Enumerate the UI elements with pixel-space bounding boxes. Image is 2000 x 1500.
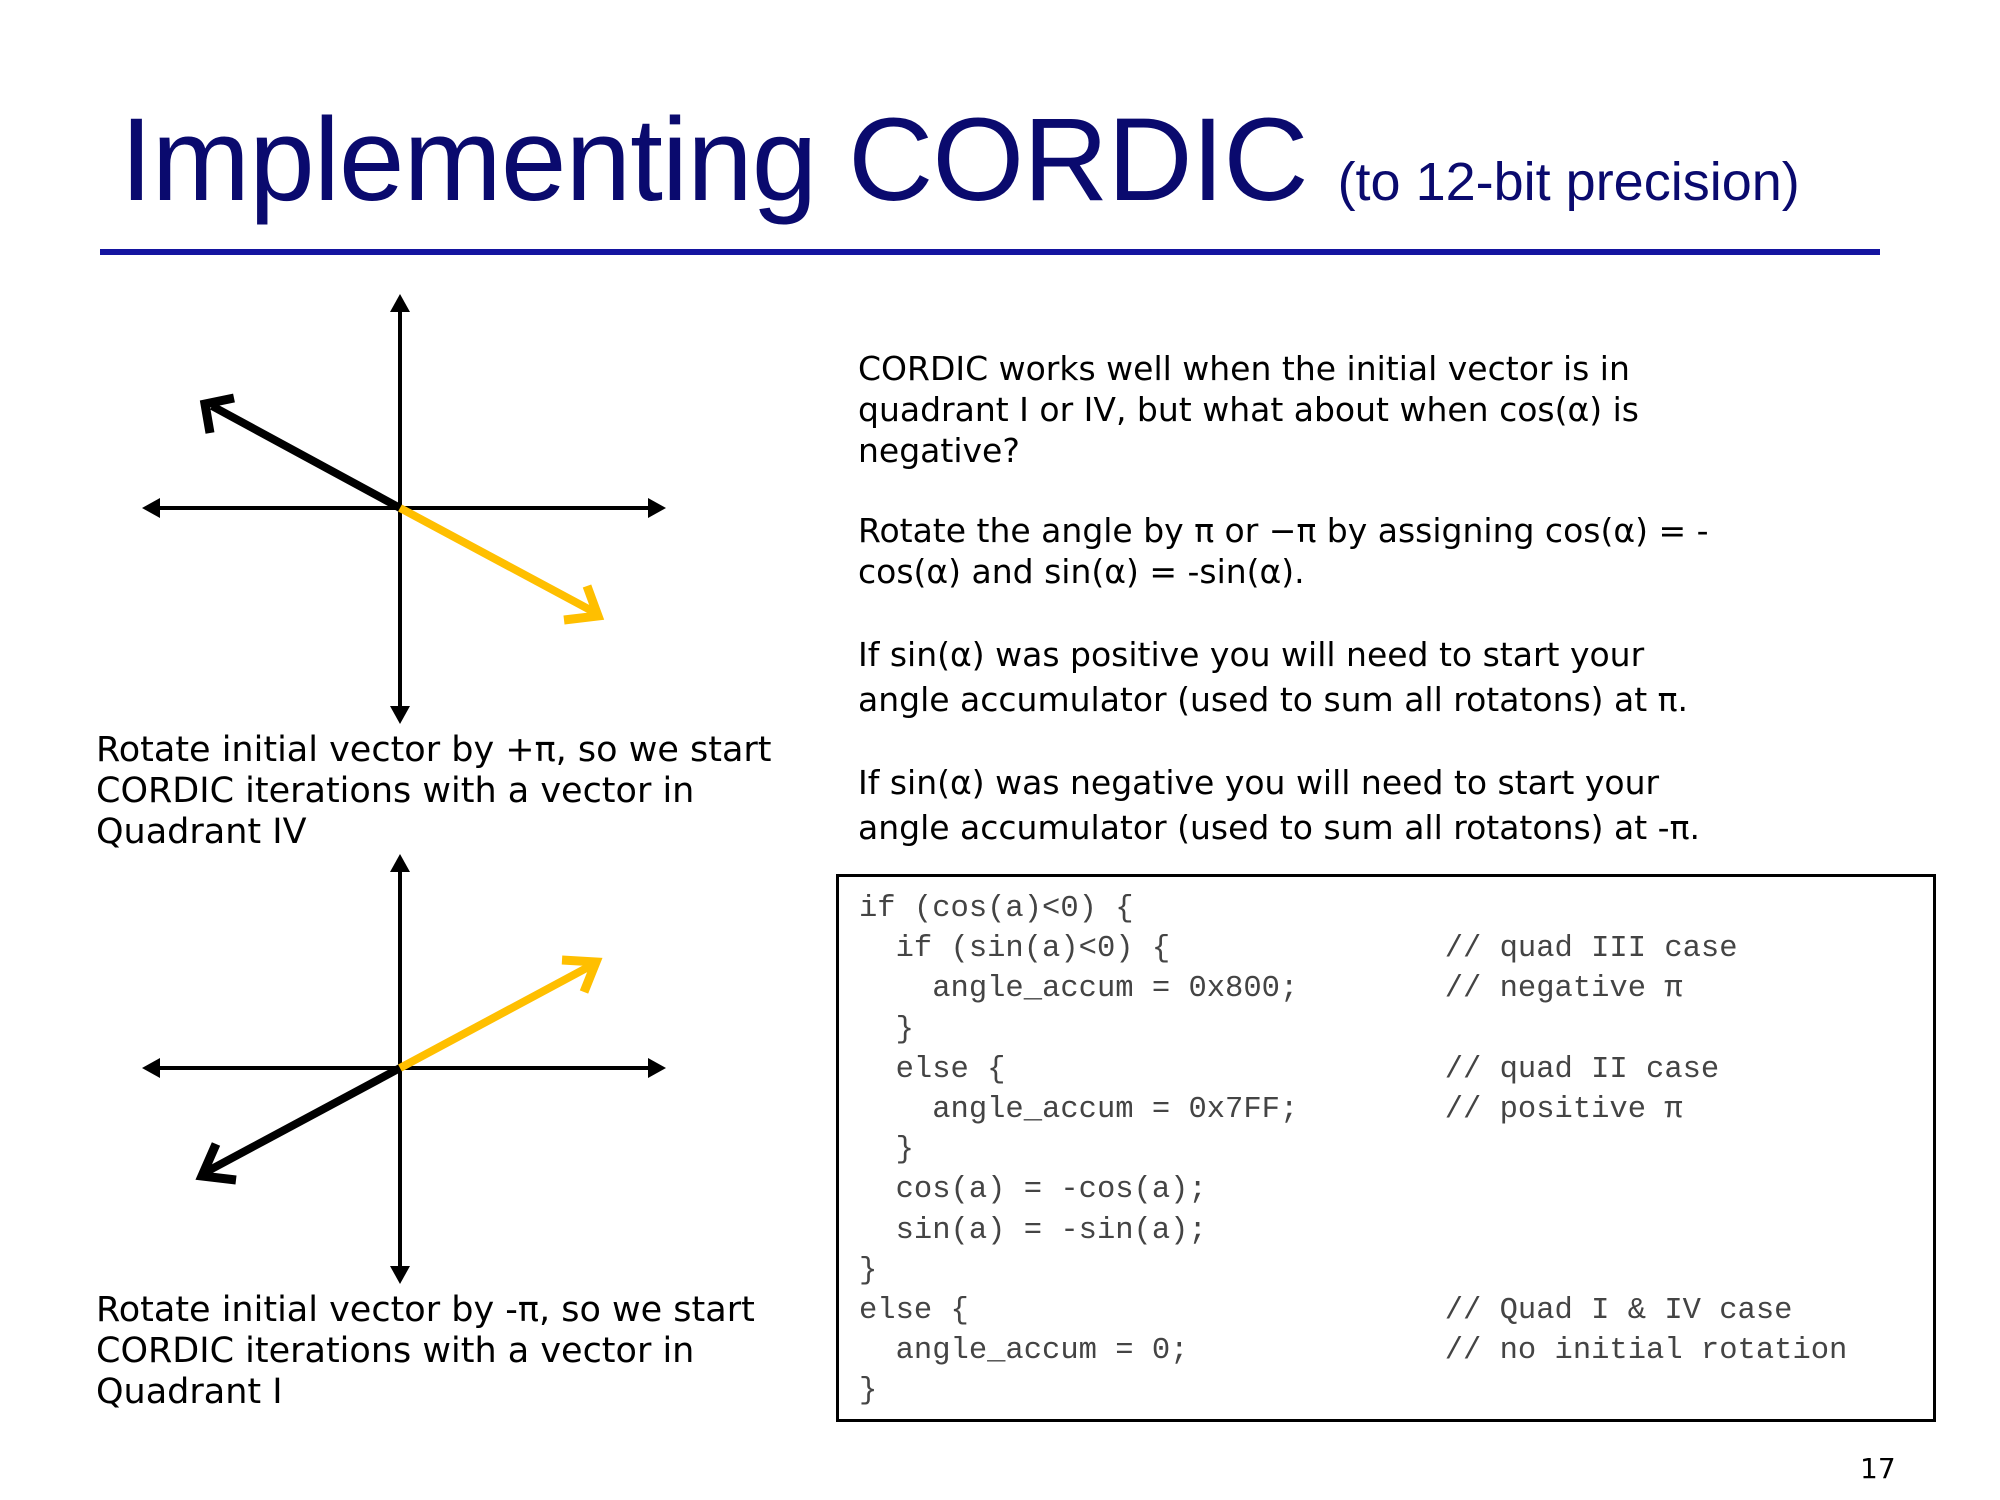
code-line: else { // quad II case — [859, 1052, 1720, 1087]
caption-bottom: Rotate initial vector by -π, so we start… — [96, 1290, 796, 1413]
code-line: cos(a) = -cos(a); — [859, 1173, 1207, 1208]
code-line: if (sin(a)<0) { // quad III case — [859, 932, 1738, 967]
code-box: if (cos(a)<0) { if (sin(a)<0) { // quad … — [836, 874, 1936, 1422]
code-line: } — [859, 1133, 914, 1168]
rotated-vector-arrow — [398, 504, 605, 625]
paragraph-negative: If sin(α) was negative you will need to … — [858, 760, 1858, 850]
paragraph-line: cos(α) and sin(α) = -sin(α). — [858, 552, 1305, 591]
code-line: else { // Quad I & IV case — [859, 1294, 1793, 1329]
quadrant-diagram-top — [142, 294, 666, 724]
initial-vector-arrow — [195, 1064, 402, 1185]
code-line: } — [859, 1374, 878, 1409]
initial-vector-arrow — [199, 393, 402, 512]
title-main: Implementing CORDIC — [120, 94, 1309, 226]
paragraph-line: quadrant I or IV, but what about when co… — [858, 390, 1639, 429]
caption-top: Rotate initial vector by +π, so we start… — [96, 730, 796, 853]
caption-line: Rotate initial vector by -π, so we start — [96, 1290, 755, 1330]
code-line: angle_accum = 0; // no initial rotation — [859, 1334, 1848, 1369]
caption-line: CORDIC iterations with a vector in — [96, 771, 695, 811]
quadrant-diagram-bottom — [142, 854, 666, 1284]
paragraph-line: If sin(α) was negative you will need to … — [858, 763, 1660, 802]
code-listing: if (cos(a)<0) { if (sin(a)<0) { // quad … — [859, 889, 1847, 1412]
caption-line: CORDIC iterations with a vector in — [96, 1331, 695, 1371]
paragraph-line: angle accumulator (used to sum all rotat… — [858, 808, 1700, 847]
code-line: } — [859, 1253, 878, 1288]
page-number: 17 — [1860, 1452, 1896, 1485]
paragraph-line: If sin(α) was positive you will need to … — [858, 635, 1645, 674]
code-line: } — [859, 1012, 914, 1047]
paragraph-rotate: Rotate the angle by π or −π by assigning… — [858, 510, 1858, 592]
paragraph-line: CORDIC works well when the initial vecto… — [858, 349, 1630, 388]
paragraph-line: negative? — [858, 431, 1020, 470]
code-line: if (cos(a)<0) { — [859, 892, 1134, 926]
paragraph-intro: CORDIC works well when the initial vecto… — [858, 348, 1858, 471]
paragraph-positive: If sin(α) was positive you will need to … — [858, 632, 1858, 722]
code-line: angle_accum = 0x7FF; // positive π — [859, 1093, 1683, 1128]
paragraph-line: angle accumulator (used to sum all rotat… — [858, 680, 1689, 719]
rotated-vector-arrow — [398, 955, 603, 1072]
slide-title: Implementing CORDIC (to 12-bit precision) — [120, 92, 1800, 228]
title-rule — [100, 249, 1880, 255]
title-subtitle: (to 12-bit precision) — [1337, 152, 1800, 212]
code-line: angle_accum = 0x800; // negative π — [859, 972, 1683, 1007]
paragraph-line: Rotate the angle by π or −π by assigning… — [858, 511, 1709, 550]
code-line: sin(a) = -sin(a); — [859, 1213, 1207, 1248]
caption-line: Quadrant IV — [96, 812, 307, 852]
caption-line: Rotate initial vector by +π, so we start — [96, 730, 772, 770]
caption-line: Quadrant I — [96, 1372, 283, 1412]
